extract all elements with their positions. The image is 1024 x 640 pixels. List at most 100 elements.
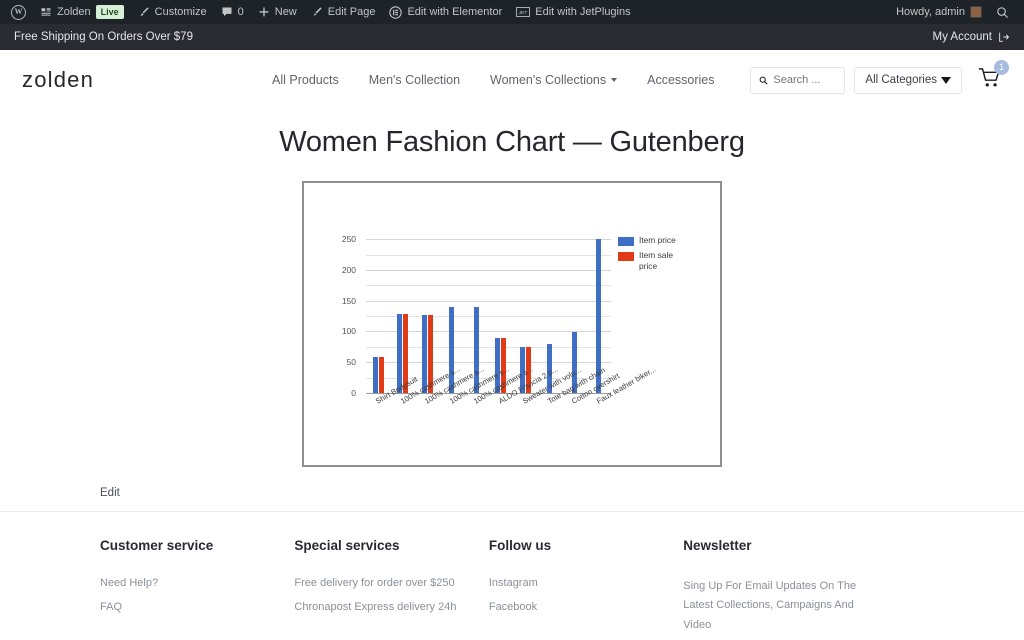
footer-link[interactable]: Chronapost Express delivery 24h: [294, 601, 488, 613]
admin-bar-item-site-name[interactable]: Zolden Live: [33, 0, 131, 24]
my-account-label: My Account: [932, 31, 992, 43]
chart-container: 0 50 100 150 200 250 Shirt Bodysuit 100% cashm…: [302, 181, 722, 467]
nav-item-all-products[interactable]: All Products: [272, 73, 339, 87]
shipping-promo-bar: Free Shipping On Orders Over $79 My Acco…: [0, 24, 1024, 50]
admin-bar-item-elementor[interactable]: Edit with Elementor: [382, 0, 509, 24]
admin-bar-item-jetplugins[interactable]: JET Edit with JetPlugins: [509, 0, 637, 24]
admin-bar-item-comments[interactable]: 0: [214, 0, 251, 24]
chevron-down-icon: [611, 78, 618, 82]
wp-admin-bar: Zolden Live Customize 0 New Edit P: [0, 0, 1024, 24]
admin-bar-elementor-label: Edit with Elementor: [407, 6, 503, 18]
footer-link[interactable]: Facebook: [489, 601, 683, 613]
chart-y-tick-label: 100: [341, 326, 356, 337]
site-logo[interactable]: zolden: [22, 67, 272, 93]
chart-y-tick-label: 250: [341, 234, 356, 245]
footer-link[interactable]: Need Help?: [100, 577, 294, 589]
categories-dropdown[interactable]: All Categories: [854, 66, 962, 94]
admin-bar-customize-label: Customize: [154, 6, 207, 18]
admin-bar-comments-count: 0: [237, 6, 244, 18]
admin-bar-site-name-label: Zolden: [57, 6, 91, 18]
site-dashboard-icon: [41, 8, 51, 16]
admin-bar-new-label: New: [274, 6, 297, 18]
admin-bar-search-button[interactable]: [989, 0, 1016, 24]
admin-bar-edit-page-label: Edit Page: [327, 6, 376, 18]
nav-item-accessories[interactable]: Accessories: [647, 73, 714, 87]
chart-gridline-minor: [366, 254, 611, 256]
search-input[interactable]: [773, 74, 837, 86]
shipping-message: Free Shipping On Orders Over $79: [14, 31, 193, 43]
paintbrush-icon: [140, 7, 149, 17]
admin-bar-item-customize[interactable]: Customize: [131, 0, 214, 24]
chart-y-tick-label: 50: [346, 357, 356, 368]
main-navigation: All Products Men's Collection Women's Co…: [272, 73, 750, 87]
post-edit-row: Edit: [0, 483, 1024, 512]
nav-item-mens-collection[interactable]: Men's Collection: [369, 73, 460, 87]
footer-link[interactable]: Instagram: [489, 577, 683, 589]
chart-bar: [378, 356, 384, 393]
avatar: [970, 6, 982, 18]
nav-label: All Products: [272, 73, 339, 87]
nav-item-womens-collections[interactable]: Women's Collections: [490, 73, 618, 87]
footer-link[interactable]: Free delivery for order over $250: [294, 577, 488, 589]
comment-bubble-icon: [222, 7, 232, 17]
cart-count-badge: 1: [994, 59, 1009, 75]
footer-column: Special services Free delivery for order …: [294, 538, 488, 635]
site-header: zolden All Products Men's Collection Wom…: [0, 50, 1024, 110]
chart-gridline-major: [366, 239, 611, 241]
footer-column: Follow us Instagram Facebook: [489, 538, 683, 635]
pencil-icon: [313, 7, 322, 16]
chart-y-tick-label: 200: [341, 264, 356, 275]
chart-legend-swatch: [618, 237, 634, 246]
admin-bar-item-new[interactable]: New: [251, 0, 304, 24]
wordpress-logo-icon: [11, 4, 26, 20]
nav-label: Accessories: [647, 73, 715, 87]
chart-gridline-minor: [366, 285, 611, 287]
chart-gridline-major: [366, 300, 611, 302]
admin-bar-my-account[interactable]: Howdy, admin: [889, 0, 989, 24]
categories-label: All Categories: [865, 74, 937, 86]
footer-column: Customer service Need Help? FAQ: [100, 538, 294, 635]
elementor-icon: [389, 5, 403, 19]
search-box[interactable]: [750, 66, 846, 94]
my-account-link[interactable]: My Account: [933, 31, 1010, 43]
search-icon: [997, 6, 1008, 18]
howdy-label: Howdy, admin: [896, 6, 965, 18]
admin-bar-item-edit-page[interactable]: Edit Page: [304, 0, 383, 24]
svg-text:JET: JET: [519, 10, 528, 16]
search-icon: [760, 76, 768, 84]
chevron-down-icon: [941, 76, 951, 84]
nav-label: Men's Collection: [368, 73, 461, 87]
chart-legend: Item price Item sale price: [618, 235, 683, 271]
site-footer: Customer service Need Help? FAQ Special ser…: [0, 512, 1024, 635]
chart-y-tick-label: 150: [341, 295, 356, 306]
header-tools: All Categories 1: [750, 59, 1009, 94]
page-title: Women Fashion Chart — Gutenberg: [279, 126, 745, 158]
wordpress-logo-button[interactable]: [4, 0, 33, 24]
nav-label: Women's Collections: [490, 73, 607, 87]
admin-bar-right-group: Howdy, admin: [889, 0, 1016, 24]
chart-legend-swatch: [618, 252, 634, 261]
jetplugins-icon: JET: [516, 7, 531, 17]
chart-legend-item: Item sale price: [618, 250, 683, 271]
chart-bar: [372, 356, 378, 393]
footer-link[interactable]: FAQ: [100, 601, 294, 613]
admin-bar-left-group: Zolden Live Customize 0 New Edit P: [4, 0, 638, 24]
chart-legend-label: Item price: [639, 235, 676, 245]
footer-column-title: Follow us: [488, 538, 552, 553]
edit-link[interactable]: Edit: [100, 487, 120, 499]
footer-description: Sing Up For Email Updates On The Latest …: [683, 580, 857, 631]
admin-bar-jetplugins-label: Edit with JetPlugins: [535, 6, 631, 18]
logout-icon: [999, 32, 1009, 42]
footer-column-title: Special services: [294, 538, 400, 553]
bar-chart: 0 50 100 150 200 250 Shirt Bodysuit 100% cashm…: [304, 183, 720, 465]
footer-column: Newsletter Sing Up For Email Updates On T…: [683, 538, 924, 635]
live-badge: Live: [95, 4, 124, 20]
footer-column-title: Newsletter: [683, 538, 752, 553]
chart-y-tick-label: 0: [351, 388, 356, 398]
chart-legend-label: Item sale price: [639, 250, 673, 271]
chart-legend-item: Item price: [618, 235, 683, 246]
cart-button[interactable]: 1: [978, 59, 1009, 94]
plus-icon: [259, 7, 269, 17]
chart-gridline-major: [366, 269, 611, 271]
footer-column-title: Customer service: [100, 538, 214, 553]
